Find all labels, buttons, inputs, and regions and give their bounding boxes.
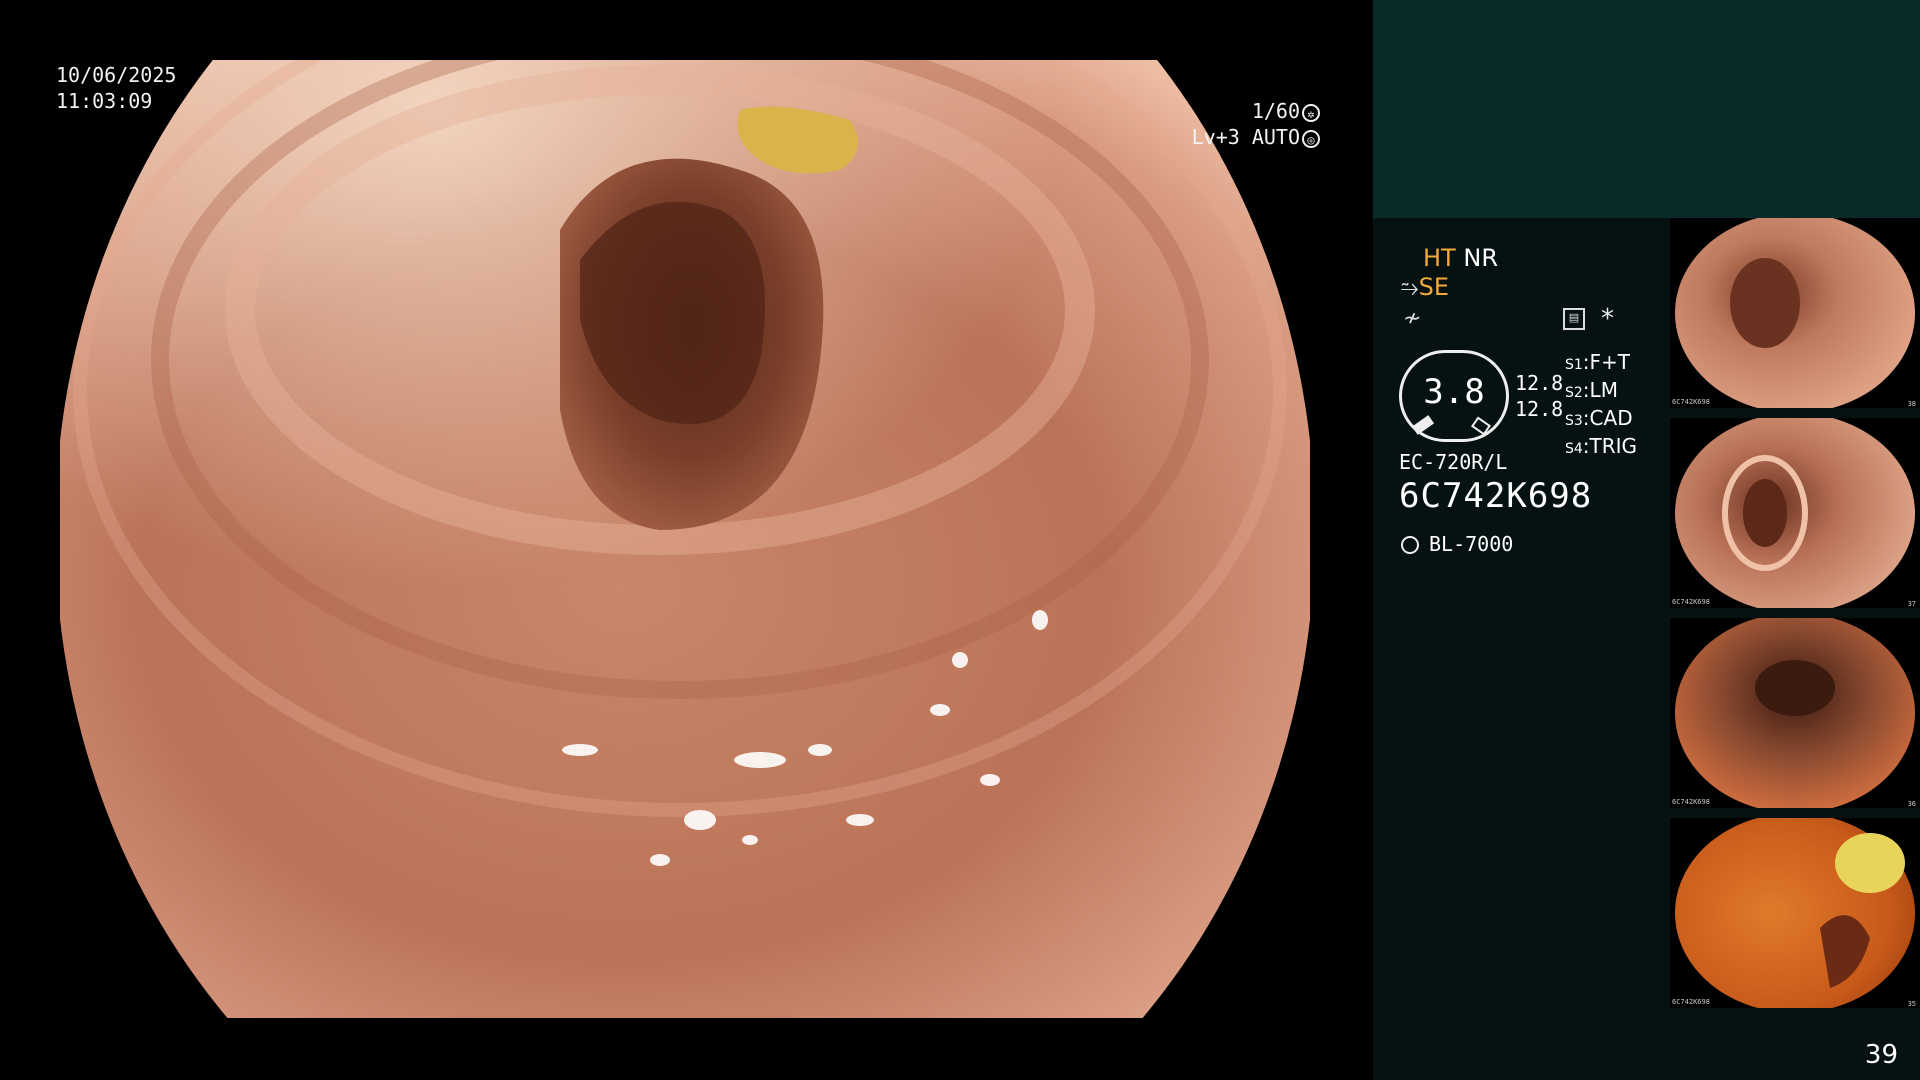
scope-model: EC-720R/L [1399, 450, 1508, 474]
timestamp: 10/06/2025 11:03:09 [56, 62, 176, 114]
shutter-icon: ✲ [1302, 103, 1320, 122]
slot-key: S4 [1565, 441, 1583, 457]
date-text: 10/06/2025 [56, 63, 177, 87]
level-text: Lv+3 [1191, 125, 1240, 149]
slot-key: S1 [1565, 357, 1583, 373]
endoscope-viewer: 10/06/2025 11:03:09 1/60 ✲ Lv+3 AUTO ◎ [0, 0, 1373, 1080]
thumbnail-index: 38 [1907, 400, 1916, 408]
light-source-icon [1401, 536, 1419, 554]
slot-value: LM [1589, 378, 1618, 402]
iris-text: AUTO [1251, 125, 1300, 149]
se-status: ⥲SE [1401, 273, 1449, 301]
gauge-numbers: 12.8 12.8 [1515, 370, 1563, 422]
thumbnail-serial: 6C742K698 [1672, 798, 1710, 806]
thumbnail-serial: 6C742K698 [1672, 398, 1710, 406]
ht-nr-status: HT NR [1423, 244, 1498, 272]
shutter-text: 1/60 [1251, 99, 1300, 123]
slot-row: S2:LM [1565, 378, 1618, 402]
iris-icon: ◎ [1302, 129, 1320, 148]
exposure-readout: 1/60 ✲ Lv+3 AUTO ◎ [1180, 98, 1320, 150]
page-number: 39 [1864, 1040, 1898, 1070]
thumbnail-3[interactable]: 6C742K698 36 [1670, 618, 1920, 808]
ht-label: HT [1423, 244, 1456, 272]
thumbnail-index: 36 [1907, 800, 1916, 808]
structure-enhance-icon: ⥲ [1401, 276, 1419, 301]
slot-row: S3:CAD [1565, 406, 1633, 430]
light-source: BL-7000 [1401, 532, 1513, 556]
slot-assignments: S1:F+T S2:LM S3:CAD S4:TRIG [1565, 350, 1637, 462]
thumbnail-1[interactable]: 6C742K698 38 [1670, 218, 1920, 408]
se-label: SE [1418, 273, 1450, 301]
light-source-text: BL-7000 [1429, 532, 1514, 556]
scope-serial: 6C742K698 [1399, 476, 1593, 516]
thumbnail-index: 35 [1907, 1000, 1916, 1008]
slot-key: S3 [1565, 413, 1583, 429]
gauge-top-value: 12.8 [1515, 371, 1564, 395]
gauge-bottom-value: 12.8 [1515, 397, 1564, 421]
memo-icon: ▤ [1563, 308, 1585, 330]
gauge-value: 3.8 [1423, 372, 1485, 412]
slot-key: S2 [1565, 385, 1583, 401]
slot-row: S1:F+T [1565, 350, 1631, 374]
slot-value: F+T [1589, 350, 1631, 374]
nr-label: NR [1463, 244, 1498, 272]
endoscopic-image [60, 60, 1310, 1018]
panel-header-area [1373, 0, 1920, 218]
slot-value: TRIG [1589, 434, 1638, 458]
slot-value: CAD [1589, 406, 1633, 430]
feed-symbol: ≁ [1403, 306, 1422, 331]
thumbnail-index: 37 [1907, 600, 1916, 608]
thumbnail-2[interactable]: 6C742K698 37 [1670, 418, 1920, 608]
thumbnail-serial: 6C742K698 [1672, 998, 1710, 1006]
time-text: 11:03:09 [56, 89, 153, 113]
star-marker: * [1601, 304, 1614, 334]
slot-row: S4:TRIG [1565, 434, 1638, 458]
thumbnail-4[interactable]: 6C742K698 35 [1670, 818, 1920, 1008]
thumbnail-serial: 6C742K698 [1672, 598, 1710, 606]
